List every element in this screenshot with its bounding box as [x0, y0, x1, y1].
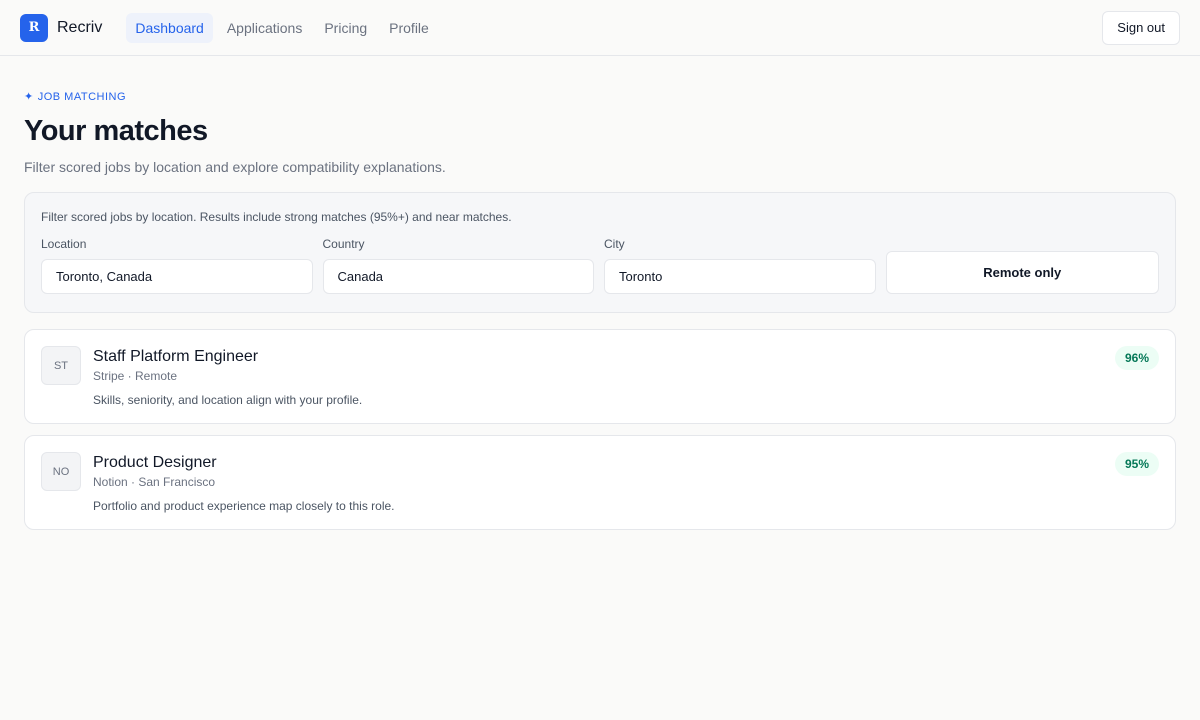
- country-label: Country: [322, 237, 365, 251]
- country-input[interactable]: [322, 259, 594, 294]
- nav-item-applications[interactable]: Applications: [219, 13, 311, 43]
- filter-description: Filter scored jobs by location. Results …: [41, 210, 512, 224]
- match-score-badge: 96%: [1114, 346, 1159, 370]
- city-label: City: [604, 237, 625, 251]
- filter-row: Location Country City Remote only: [41, 237, 1159, 294]
- city-input[interactable]: [604, 259, 876, 294]
- nav-item-dashboard[interactable]: Dashboard: [126, 12, 213, 43]
- job-details: Staff Platform Engineer Stripe · Remote …: [93, 346, 362, 407]
- job-match-explanation: Skills, seniority, and location align wi…: [93, 393, 363, 407]
- company-avatar: ST: [41, 346, 81, 385]
- job-match-card[interactable]: NO Product Designer Notion · San Francis…: [24, 435, 1176, 530]
- job-match-card[interactable]: ST Staff Platform Engineer Stripe · Remo…: [24, 329, 1176, 424]
- job-match-explanation: Portfolio and product experience map clo…: [93, 499, 395, 513]
- job-company-location: Notion · San Francisco: [93, 475, 216, 489]
- location-field-group: Location: [41, 237, 313, 294]
- sparkle-icon: ✦: [24, 91, 34, 103]
- country-field-group: Country: [322, 237, 594, 294]
- main-nav: Dashboard Applications Pricing Profile: [126, 12, 437, 43]
- location-input[interactable]: [41, 259, 313, 294]
- match-score-badge: 95%: [1114, 452, 1159, 476]
- eyebrow-label: JOB MATCHING: [37, 90, 127, 103]
- main-content: ✦ JOB MATCHING Your matches Filter score…: [0, 56, 1200, 530]
- city-field-group: City: [604, 237, 876, 294]
- job-title[interactable]: Staff Platform Engineer: [93, 348, 362, 366]
- remote-only-toggle[interactable]: Remote only: [885, 251, 1159, 294]
- nav-item-pricing[interactable]: Pricing: [316, 13, 375, 43]
- location-filter-panel: Filter scored jobs by location. Results …: [24, 192, 1176, 313]
- job-company-location: Stripe · Remote: [93, 369, 178, 383]
- nav-item-profile[interactable]: Profile: [381, 13, 437, 43]
- company-avatar: NO: [41, 452, 81, 491]
- job-details: Product Designer Notion · San Francisco …: [93, 452, 395, 513]
- location-label: Location: [41, 237, 87, 251]
- top-navigation-bar: R Recriv Dashboard Applications Pricing …: [0, 0, 1200, 56]
- section-eyebrow: ✦ JOB MATCHING: [24, 90, 1176, 104]
- page-title: Your matches: [24, 115, 208, 147]
- app-logo[interactable]: R: [20, 13, 48, 42]
- page-subtitle: Filter scored jobs by location and explo…: [24, 159, 446, 175]
- sign-out-button[interactable]: Sign out: [1102, 10, 1180, 45]
- app-name[interactable]: Recriv: [57, 19, 102, 37]
- job-title[interactable]: Product Designer: [93, 454, 395, 472]
